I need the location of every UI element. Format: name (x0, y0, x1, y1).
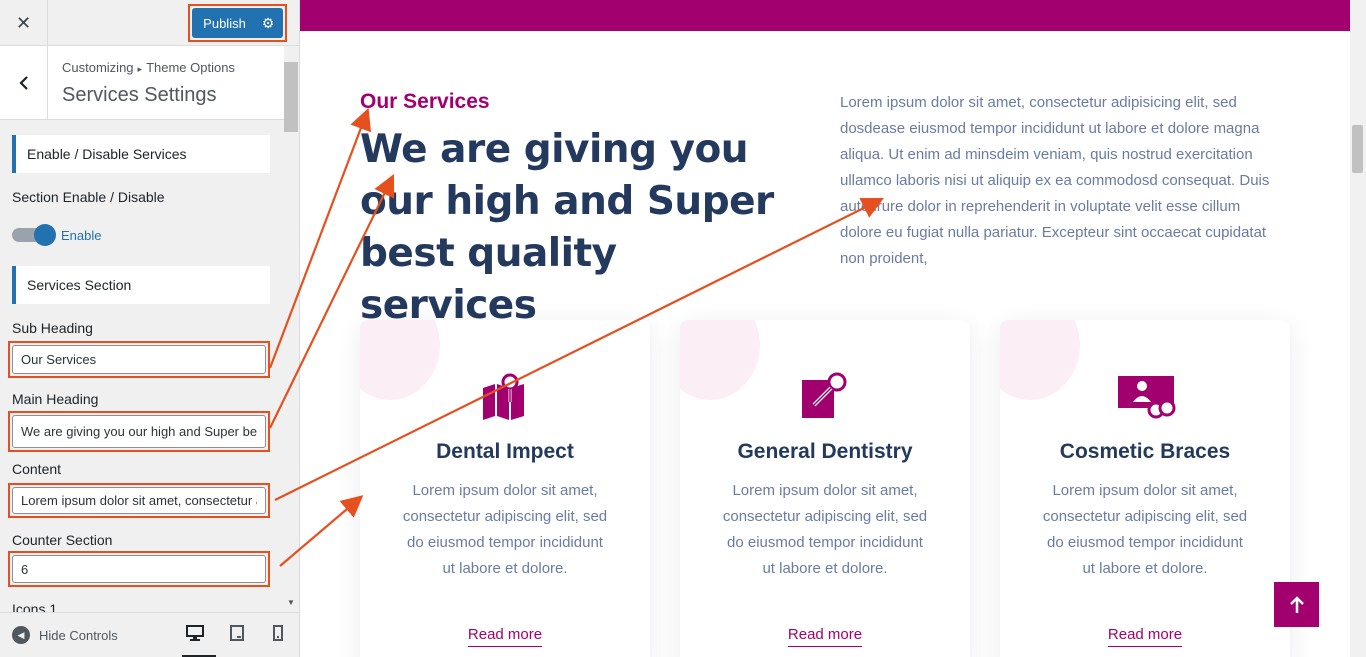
scroll-down-icon[interactable]: ▼ (286, 598, 296, 607)
card-text: Lorem ipsum dolor sit amet, consectetur … (402, 482, 608, 577)
collapse-icon: ◀ (12, 626, 30, 644)
customizer-sidebar: ✕ Publish ⚙ Customizing ▸ Theme Options Se… (0, 0, 300, 657)
desktop-preview-icon[interactable] (184, 625, 206, 646)
back-icon[interactable] (0, 46, 48, 120)
read-more-link[interactable]: Read more (467, 626, 543, 647)
mobile-preview-icon[interactable] (267, 625, 289, 646)
sidebar-scroll-thumb[interactable] (284, 62, 298, 132)
read-more-link[interactable]: Read more (1107, 626, 1183, 647)
services-sub-heading: Our Services (360, 90, 490, 113)
card-text: Lorem ipsum dolor sit amet, consectetur … (1042, 482, 1248, 577)
main-heading-label: Main Heading (12, 391, 99, 407)
content-input[interactable] (12, 487, 266, 514)
main-heading-highlight (8, 411, 270, 452)
main-heading-input[interactable] (12, 415, 266, 448)
breadcrumb-parent: Theme Options (146, 60, 235, 75)
hide-controls-button[interactable]: ◀ Hide Controls (12, 626, 118, 644)
preview-scrollbar[interactable] (1350, 0, 1366, 657)
breadcrumb-separator: ▸ (137, 64, 143, 74)
section-header: Customizing ▸ Theme Options Services Setti… (0, 46, 284, 120)
card-decoration (1000, 320, 1080, 400)
site-preview: Our Services We are giving you our high … (300, 0, 1366, 657)
publish-highlight: Publish ⚙ (188, 4, 287, 42)
service-card: General Dentistry Lorem ipsum dolor sit … (680, 320, 970, 657)
counter-label: Counter Section (12, 532, 113, 548)
customizer-app: ✕ Publish ⚙ Customizing ▸ Theme Options Se… (0, 0, 1366, 657)
enable-toggle[interactable] (12, 224, 56, 246)
card-title: Dental Impect (436, 440, 574, 463)
arrow-up-icon (1289, 595, 1304, 613)
content-label: Content (12, 461, 62, 477)
dental-mirror-icon (800, 372, 850, 420)
close-icon[interactable]: ✕ (0, 0, 48, 46)
group-heading-enable: Enable / Disable Services (12, 135, 270, 173)
publish-button[interactable]: Publish ⚙ (192, 8, 283, 38)
group-heading-services: Services Section (12, 266, 270, 304)
read-more-link[interactable]: Read more (787, 626, 863, 647)
site-header-band (300, 0, 1350, 31)
services-main-heading: We are giving you our high and Super bes… (360, 127, 774, 328)
customizer-footer: ◀ Hide Controls (0, 612, 299, 657)
section-title: Services Settings (62, 84, 217, 106)
breadcrumb-root: Customizing (62, 60, 134, 75)
toggle-state: Enable (61, 228, 102, 243)
service-card: Cosmetic Braces Lorem ipsum dolor sit am… (1000, 320, 1290, 657)
sub-heading-highlight (8, 341, 270, 378)
content-highlight (8, 483, 270, 518)
card-decoration (680, 320, 760, 400)
card-decoration (360, 320, 440, 400)
customizer-header: ✕ Publish ⚙ (0, 0, 299, 46)
services-intro-text: Lorem ipsum dolor sit amet, consectetur … (840, 94, 1270, 267)
card-title: General Dentistry (737, 440, 913, 463)
publish-label: Publish (203, 15, 246, 31)
map-pin-icon (480, 372, 530, 420)
patient-screen-icon (1116, 372, 1176, 420)
card-title: Cosmetic Braces (1059, 440, 1231, 463)
card-text: Lorem ipsum dolor sit amet, consectetur … (722, 482, 928, 577)
preview-scroll-thumb[interactable] (1352, 125, 1363, 173)
breadcrumb: Customizing ▸ Theme Options (62, 60, 235, 75)
sub-heading-input[interactable] (12, 345, 266, 374)
counter-input[interactable] (12, 555, 266, 583)
service-card: Dental Impect Lorem ipsum dolor sit amet… (360, 320, 650, 657)
sub-heading-label: Sub Heading (12, 320, 93, 336)
tablet-preview-icon[interactable] (226, 625, 248, 646)
back-to-top-button[interactable] (1274, 582, 1319, 627)
toggle-label: Section Enable / Disable (12, 189, 165, 205)
gear-icon[interactable]: ⚙ (253, 15, 283, 32)
counter-highlight (8, 551, 270, 587)
hide-controls-label: Hide Controls (39, 627, 118, 643)
